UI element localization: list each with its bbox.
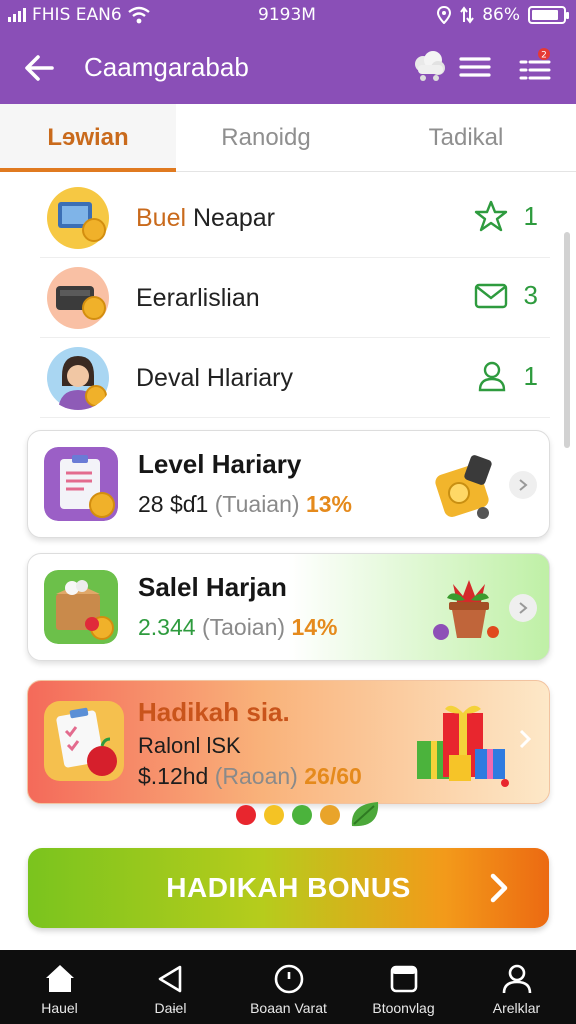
home-icon <box>46 965 74 992</box>
nav-recents[interactable]: Btoonvlag <box>346 950 461 1024</box>
flower-pot-icon <box>433 580 499 640</box>
back-triangle-icon <box>158 965 182 993</box>
data-arrows-icon <box>460 6 475 24</box>
profile-icon <box>502 964 532 994</box>
battery-icon <box>528 6 569 24</box>
cloud-icon[interactable] <box>410 48 448 86</box>
nav-back[interactable]: Daɨel <box>113 950 228 1024</box>
nav-label: Boaan Varat <box>250 1000 327 1016</box>
user-outline-icon <box>478 361 505 392</box>
clipboard-icon <box>44 447 118 521</box>
carrier-label: FHIS EAN6 <box>32 5 122 25</box>
menu-icon[interactable] <box>456 48 494 86</box>
nav-home[interactable]: Hauel <box>2 950 117 1024</box>
arrow-left-icon[interactable] <box>22 50 58 86</box>
page-title: Caamgarabab <box>84 52 249 82</box>
list-item-meta: 1 <box>474 200 538 232</box>
card-title: Level Hariary <box>138 449 302 479</box>
location-icon <box>437 6 452 24</box>
signal-icon <box>8 8 26 22</box>
wifi-icon <box>127 6 150 24</box>
tab-lewian[interactable]: Lɘwian <box>0 104 176 172</box>
star-outline-icon <box>474 200 507 232</box>
list-item-meta: 3 <box>474 280 538 311</box>
tab-ranoidg[interactable]: Ranoidg <box>176 104 356 172</box>
person-avatar-icon <box>47 347 109 410</box>
card-subtitle: Ralonl lSK <box>138 733 241 758</box>
clock: 9193M <box>258 5 316 25</box>
tab-label: Tadikal <box>428 124 504 151</box>
card-title: Salel Harjan <box>138 572 287 602</box>
hadikah-card[interactable]: Hadikah sia. Ralonl lSK $.12hd (Raoan) 2… <box>27 680 550 804</box>
square-icon <box>390 965 418 993</box>
bottom-navigation: Hauel Daɨel Boaan Varat Btoonvlag Arelkl… <box>0 950 576 1024</box>
chevron-right-icon[interactable] <box>509 594 537 622</box>
tab-label: Lɘwian <box>47 124 129 151</box>
card-stat: $.12hd (Raoan) 26/60 <box>138 763 362 789</box>
chevron-right-icon <box>490 873 508 903</box>
nav-label: Hauel <box>41 1000 78 1016</box>
status-bar: FHIS EAN6 9193M 86% <box>0 0 576 30</box>
card-stat: 28 $ɗ1 (Tuaian) 13% <box>138 491 352 517</box>
chevron-right-icon[interactable] <box>511 725 539 753</box>
leaf-icon <box>351 802 379 827</box>
checklist-apple-icon <box>44 701 124 781</box>
level-card[interactable]: Level Hariary 28 $ɗ1 (Tuaian) 13% <box>27 430 550 538</box>
wallet-coin-avatar-icon <box>47 267 109 329</box>
coin-bag-icon <box>435 455 492 519</box>
sale-card[interactable]: Salel Harjan 2.344 (Taoian) 14% <box>27 553 550 661</box>
nav-label: Btoonvlag <box>372 1000 435 1016</box>
chevron-right-icon[interactable] <box>509 471 537 499</box>
svg-text:2: 2 <box>541 51 547 61</box>
bonus-button-label: HADIKAH BONUS <box>166 872 411 903</box>
list-item-meta: 1 <box>476 360 538 392</box>
list-item[interactable]: Eerarlislian 3 <box>40 258 550 338</box>
filter-list-icon[interactable]: 2 <box>516 48 554 86</box>
gift-boxes-icon <box>417 705 509 787</box>
card-stat: 2.344 (Taoian) 14% <box>138 614 338 640</box>
circle-icon <box>274 964 304 994</box>
card-title: Hadikah sia. <box>138 697 290 727</box>
hadikah-bonus-button[interactable]: HADIKAH BONUS <box>28 848 549 928</box>
list-item-label: Deval Hlariary <box>136 364 293 392</box>
list-item-label: Buel Neapar <box>136 204 275 232</box>
list-item-count: 3 <box>523 280 538 310</box>
list-item[interactable]: Deval Hlariary 1 <box>40 338 550 418</box>
nav-home-circle[interactable]: Boaan Varat <box>231 950 346 1024</box>
tab-bar: Lɘwian Ranoidg Tadikal <box>0 104 576 172</box>
mail-outline-icon <box>474 283 507 308</box>
list-item-count: 1 <box>523 360 538 391</box>
list-item[interactable]: Buel Neapar 1 <box>40 178 550 258</box>
list-item-count: 1 <box>523 200 538 231</box>
scrollbar[interactable] <box>564 232 570 448</box>
tab-tadikal[interactable]: Tadikal <box>356 104 576 172</box>
tab-label: Ranoidg <box>221 124 311 151</box>
nav-label: Arelklar <box>492 1000 541 1016</box>
nav-profile[interactable]: Arelklar <box>459 950 574 1024</box>
app-bar: Caamgarabab 2 <box>0 30 576 104</box>
list-item-label: Eerarlislian <box>136 284 260 312</box>
battery-percent: 86% <box>482 5 520 25</box>
box-icon <box>44 570 118 644</box>
tablet-coin-avatar-icon <box>47 187 109 249</box>
nav-label: Daɨel <box>154 1000 187 1016</box>
page-indicator <box>236 798 382 832</box>
